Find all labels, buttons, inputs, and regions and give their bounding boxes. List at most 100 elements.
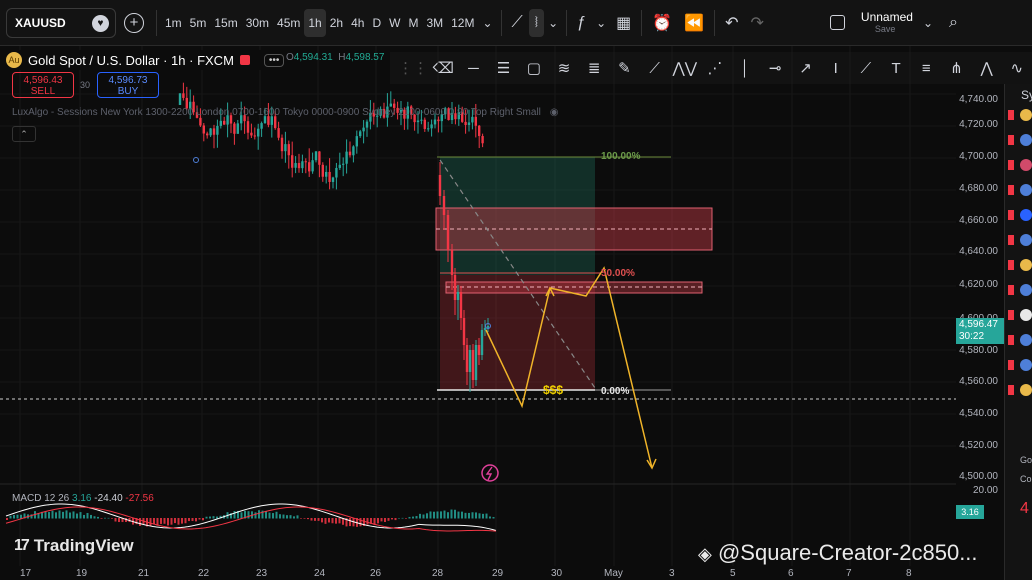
layout-more-icon[interactable]: ⌄ (919, 9, 937, 37)
search-icon[interactable]: ⌕ (943, 9, 964, 37)
sell-button[interactable]: 4,596.43 SELL (12, 72, 74, 98)
timeframe-12m[interactable]: 12M (447, 9, 478, 37)
candle-body (456, 292, 460, 300)
collapse-legend-icon[interactable]: ⌃ (12, 126, 36, 142)
watchlist-symbol-icon[interactable] (1020, 109, 1032, 121)
candle-body (474, 116, 477, 126)
macd-histogram-bar (6, 518, 8, 520)
timeframe-m[interactable]: M (404, 9, 422, 37)
watchlist-symbol-icon[interactable] (1020, 234, 1032, 246)
watchlist-symbol-icon[interactable] (1020, 384, 1032, 396)
macd-histogram-bar (202, 518, 204, 521)
macd-histogram-bar (324, 518, 327, 524)
buy-button[interactable]: 4,596.73 BUY (97, 72, 159, 98)
replay-icon[interactable]: ⏪ (678, 9, 710, 37)
watchlist-symbol-icon[interactable] (1020, 259, 1032, 271)
price-tick: 4,660.00 (959, 215, 998, 226)
macd-histogram-bar (20, 514, 22, 519)
watchlist-symbol-icon[interactable] (1020, 334, 1032, 346)
candle-body (321, 164, 324, 177)
macd-histogram-bar (177, 518, 180, 525)
timeframe-list: 1m 5m 15m 30m 45m 1h 2h 4h D W M 3M 12M (161, 8, 478, 37)
macd-legend[interactable]: MACD 12 26 3.16 -24.40 -27.56 (12, 493, 154, 504)
candle-body (453, 275, 457, 300)
legend-more-icon[interactable]: ••• (263, 53, 285, 67)
timeframe-2h[interactable]: 2h (326, 9, 347, 37)
macd-histogram-bar (69, 512, 71, 519)
timeframe-3m[interactable]: 3M (422, 9, 447, 37)
macd-histogram-bar (328, 518, 330, 523)
macd-histogram-bar (44, 511, 47, 519)
projection-icon[interactable]: ⋀ (972, 59, 1002, 77)
layout-checkbox[interactable] (829, 15, 845, 30)
time-tick: 17 (20, 568, 32, 579)
alert-icon[interactable]: ⏰ (646, 9, 678, 37)
timeframe-w[interactable]: W (385, 9, 404, 37)
time-axis[interactable]: 17 19 21 22 23 24 26 28 29 30 May 3 5 6 7 8 (0, 566, 956, 580)
sell-price: 4,596.43 (23, 75, 63, 86)
macd-histogram-bar (450, 509, 453, 519)
candle-body (304, 161, 307, 163)
timeframe-5m[interactable]: 5m (186, 9, 211, 37)
macd-histogram-bar (384, 518, 386, 523)
candle-body (467, 122, 471, 125)
watchlist-symbol-icon[interactable] (1020, 209, 1032, 221)
indicators-more-icon[interactable]: ⌄ (592, 9, 610, 37)
chart-type-more-icon[interactable]: ⌄ (544, 9, 562, 37)
candles-icon[interactable]: ⧘ (528, 8, 545, 37)
candle-body (325, 171, 328, 177)
candle-body (477, 345, 481, 355)
macd-histogram-bar (72, 511, 75, 519)
timeframe-d[interactable]: D (368, 9, 385, 37)
watchlist-flag-icon (1008, 185, 1014, 195)
candle-body (483, 328, 487, 330)
watchlist-symbol-icon[interactable] (1020, 159, 1032, 171)
elliott-wave-icon[interactable]: ∿ (1002, 59, 1032, 77)
creator-watermark: ◈ @Square-Creator-2c850... (698, 540, 978, 566)
symbol-legend[interactable]: Au Gold Spot / U.S. Dollar · 1h · FXCM •… (6, 50, 285, 70)
heart-icon[interactable]: ♥ (92, 14, 109, 32)
layout-name[interactable]: Unnamed Save (861, 11, 913, 35)
symbol-search[interactable]: XAUUSD ♥ (6, 7, 116, 38)
macd-histogram-bar (468, 512, 470, 519)
candle-body (246, 121, 250, 133)
timeframe-1m[interactable]: 1m (161, 9, 186, 37)
candle-body (438, 175, 442, 196)
time-tick: 3 (669, 568, 675, 579)
eye-icon[interactable]: ◉ (550, 107, 559, 118)
divider (156, 9, 157, 36)
undo-icon[interactable]: ↶ (719, 9, 744, 37)
time-tick: 6 (788, 568, 794, 579)
watchlist-flag-icon (1008, 235, 1014, 245)
timeframe-45m[interactable]: 45m (273, 9, 304, 37)
macd-histogram-bar (419, 513, 421, 519)
timeframe-4h[interactable]: 4h (347, 9, 368, 37)
layout-title: Unnamed (860, 9, 913, 24)
candle-body (291, 155, 294, 168)
compare-add-icon[interactable]: + (124, 12, 144, 33)
line-chart-icon[interactable]: ⟋ (506, 9, 529, 37)
macd-histogram-bar (93, 516, 96, 519)
timeframe-15m[interactable]: 15m (210, 9, 241, 37)
candle-body (481, 136, 484, 144)
indicators-icon[interactable]: ƒ (571, 9, 592, 37)
macd-histogram-bar (9, 515, 12, 519)
divider (566, 9, 568, 36)
candle-body (335, 167, 338, 178)
sessions-indicator-label[interactable]: LuxAlgo - Sessions New York 1300-2200 Lo… (12, 107, 558, 118)
redo-icon[interactable]: ↷ (745, 9, 770, 37)
watchlist-symbol-icon[interactable] (1020, 134, 1032, 146)
timeframe-1h[interactable]: 1h (304, 8, 326, 37)
watchlist-symbol-icon[interactable] (1020, 284, 1032, 296)
tradingview-logo-icon: 17 (14, 537, 30, 554)
timeframe-more-icon[interactable]: ⌄ (478, 9, 496, 37)
macd-histogram-bar (338, 518, 341, 524)
watchlist-symbol-icon[interactable] (1020, 309, 1032, 321)
macd-histogram-bar (300, 518, 302, 519)
timeframe-30m[interactable]: 30m (242, 9, 273, 37)
watchlist-symbol-icon[interactable] (1020, 184, 1032, 196)
watchlist-symbol-icon[interactable] (1020, 359, 1032, 371)
time-tick: 22 (198, 568, 210, 579)
templates-icon[interactable]: ▦ (610, 9, 637, 37)
macd-histogram-bar (268, 512, 271, 519)
